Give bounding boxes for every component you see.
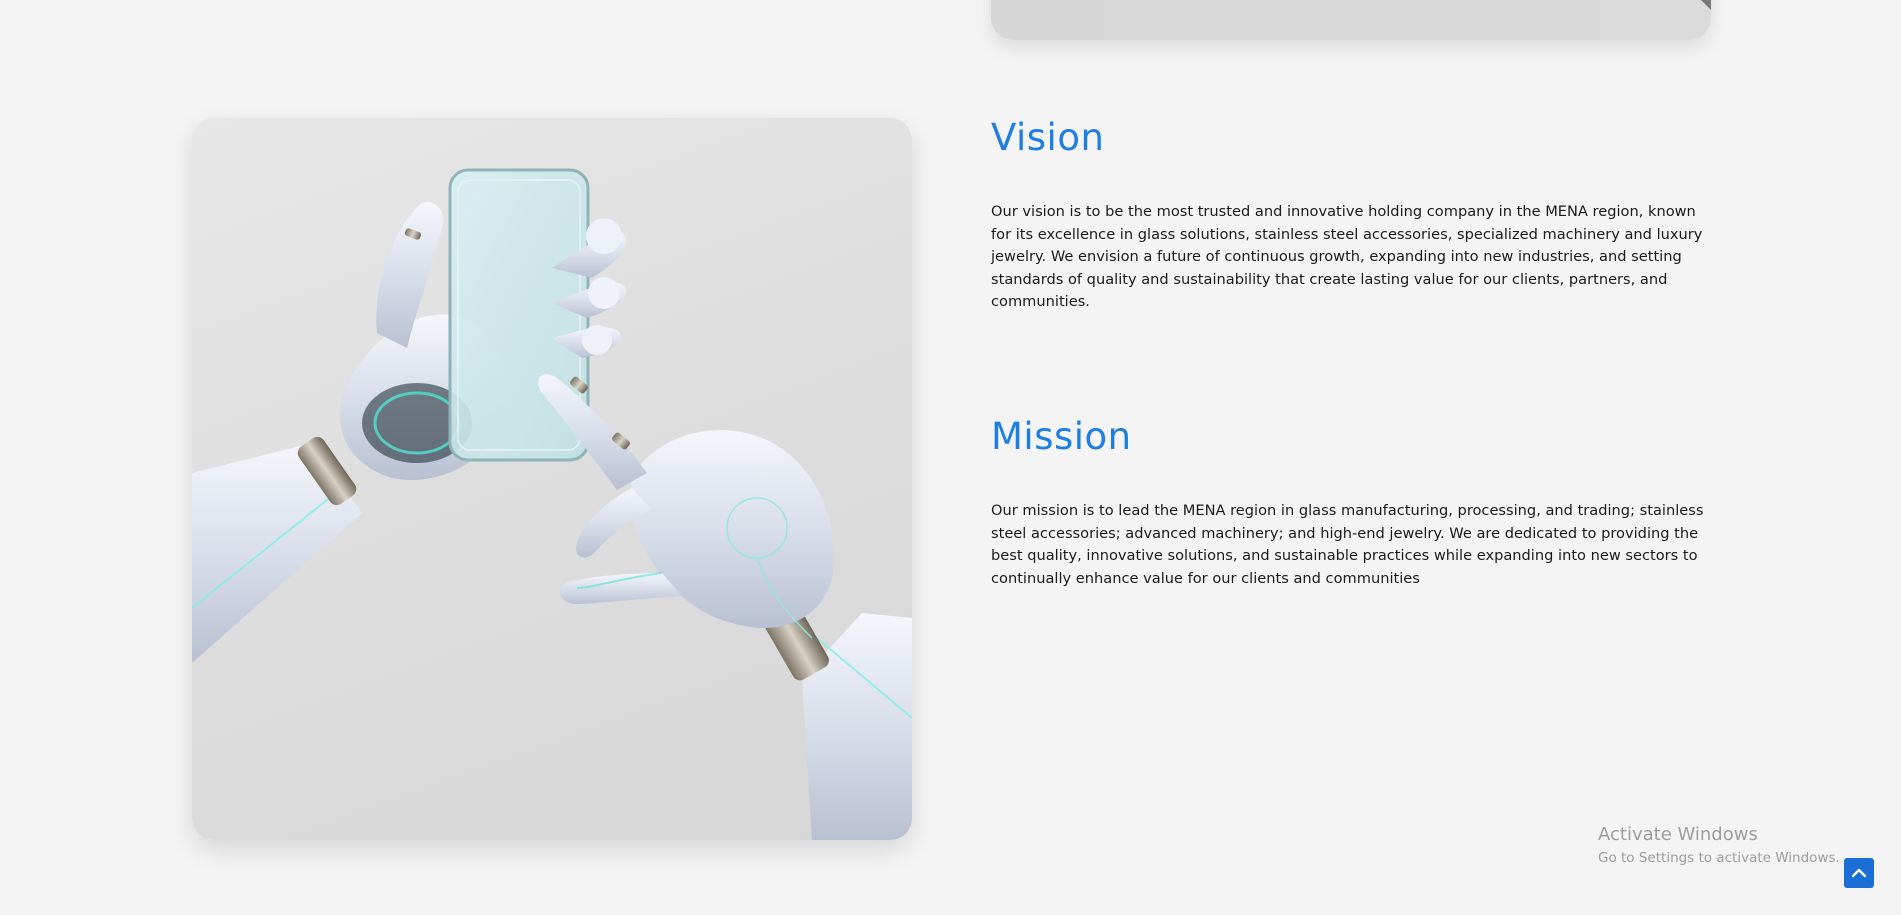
- watermark-subtitle: Go to Settings to activate Windows.: [1598, 850, 1840, 866]
- card-corner-mark: [1697, 0, 1711, 10]
- page: Vision Our vision is to be the most trus…: [0, 0, 1901, 915]
- mission-heading: Mission: [991, 415, 1132, 458]
- robot-hands-phone-image: [192, 118, 912, 840]
- mission-paragraph: Our mission is to lead the MENA region i…: [991, 502, 1704, 587]
- scroll-to-top-button[interactable]: [1844, 858, 1874, 888]
- watermark-title: Activate Windows: [1598, 824, 1758, 845]
- vision-heading: Vision: [991, 116, 1105, 159]
- top-card: [991, 0, 1711, 40]
- activate-windows-watermark: Activate Windows Go to Settings to activ…: [1598, 823, 1840, 867]
- chevron-up-icon: [1852, 868, 1866, 878]
- vision-paragraph: Our vision is to be the most trusted and…: [991, 203, 1703, 311]
